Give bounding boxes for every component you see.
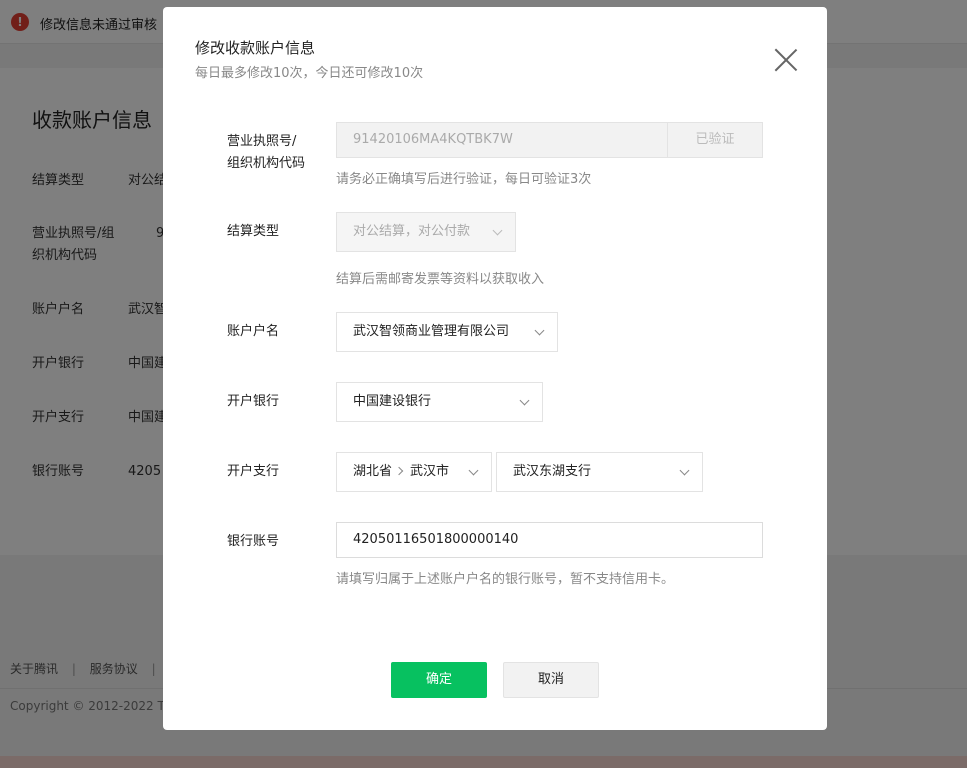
license-label-line1: 营业执照号/: [227, 134, 297, 149]
city-value: 武汉市: [410, 464, 450, 479]
verify-button: 已验证: [667, 122, 763, 158]
account-number-input[interactable]: 42050116501800000140: [336, 522, 763, 558]
settlement-select: 对公结算，对公付款: [336, 212, 516, 252]
branch-value: 武汉东湖支行: [513, 464, 592, 479]
chevron-down-icon: [519, 395, 530, 406]
settlement-hint: 结算后需邮寄发票等资料以获取收入: [336, 272, 545, 287]
chevron-down-icon: [679, 465, 690, 476]
chevron-right-icon: [394, 466, 404, 476]
chevron-down-icon: [468, 465, 479, 476]
license-label-line2: 组织机构代码: [227, 156, 306, 171]
bank-select[interactable]: 中国建设银行: [336, 382, 543, 422]
confirm-button[interactable]: 确定: [391, 662, 487, 698]
account-name-label: 账户户名: [227, 324, 280, 339]
account-name-value: 武汉智领商业管理有限公司: [353, 324, 510, 339]
bank-label: 开户银行: [227, 394, 280, 409]
chevron-down-icon: [492, 225, 503, 236]
branch-select[interactable]: 武汉东湖支行: [496, 452, 703, 492]
bank-value: 中国建设银行: [353, 394, 432, 409]
region-select[interactable]: 湖北省 武汉市: [336, 452, 492, 492]
license-hint: 请务必正确填写后进行验证，每日可验证3次: [336, 172, 592, 187]
license-label: 营业执照号/ 组织机构代码: [227, 131, 305, 175]
edit-account-modal: 修改收款账户信息 每日最多修改10次，今日还可修改10次 营业执照号/ 组织机构…: [163, 7, 827, 730]
settlement-label: 结算类型: [227, 224, 280, 239]
chevron-down-icon: [534, 325, 545, 336]
modal-title: 修改收款账户信息: [195, 39, 316, 57]
account-number-hint: 请填写归属于上述账户户名的银行账号，暂不支持信用卡。: [336, 572, 675, 587]
close-icon[interactable]: [773, 47, 799, 73]
license-input: 91420106MA4KQTBK7W: [336, 122, 668, 158]
account-number-label: 银行账号: [227, 534, 280, 549]
branch-label: 开户支行: [227, 464, 280, 479]
province-value: 湖北省: [353, 464, 393, 479]
settlement-value: 对公结算，对公付款: [353, 224, 471, 239]
cancel-button[interactable]: 取消: [503, 662, 599, 698]
account-name-select[interactable]: 武汉智领商业管理有限公司: [336, 312, 558, 352]
modal-subtitle: 每日最多修改10次，今日还可修改10次: [195, 66, 424, 81]
